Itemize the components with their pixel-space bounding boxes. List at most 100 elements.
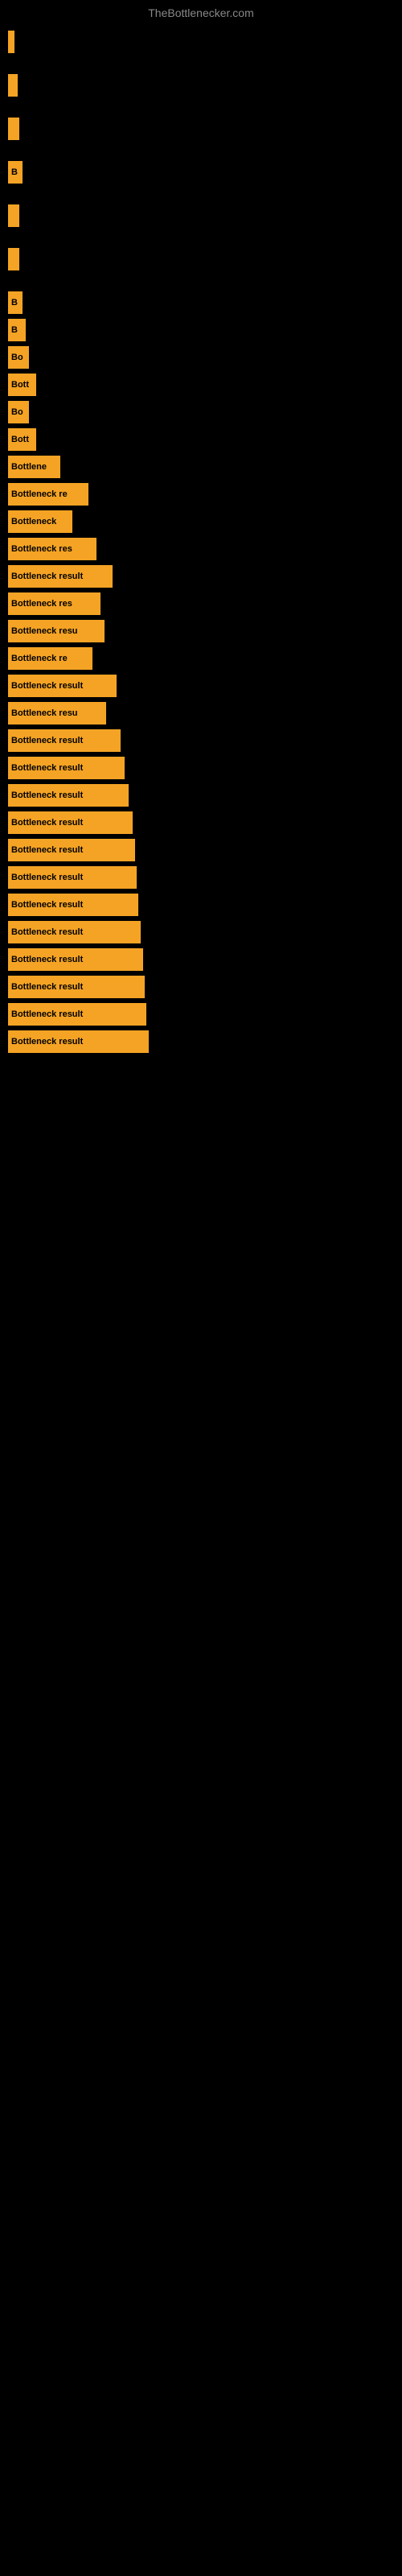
bar-row: Bottleneck result xyxy=(8,784,402,807)
bar-label: Bottleneck res xyxy=(11,599,72,609)
bar-row: Bottleneck re xyxy=(8,483,402,506)
result-bar: Bottleneck resu xyxy=(8,702,106,724)
result-bar: Bottleneck result xyxy=(8,976,145,998)
spacer xyxy=(8,232,402,248)
bar-row: Bottleneck result xyxy=(8,866,402,889)
bar-label: B xyxy=(11,167,18,177)
bar-row: B xyxy=(8,161,402,184)
bar-row: Bottleneck resu xyxy=(8,620,402,642)
result-bar: B xyxy=(8,319,26,341)
bar-row: Bo xyxy=(8,346,402,369)
bar-row xyxy=(8,118,402,140)
bar-label: Bottleneck result xyxy=(11,845,83,855)
result-bar: Bott xyxy=(8,428,36,451)
bar-row: Bottleneck result xyxy=(8,811,402,834)
result-bar: Bottleneck result xyxy=(8,894,138,916)
result-bar: Bottleneck res xyxy=(8,592,100,615)
bar-label: B xyxy=(11,298,18,308)
bar-label: Bottleneck result xyxy=(11,791,83,800)
result-bar: Bottleneck result xyxy=(8,921,141,943)
bar-label: Bottleneck xyxy=(11,517,56,526)
bar-row: Bottleneck result xyxy=(8,976,402,998)
bar-row: Bottleneck res xyxy=(8,538,402,560)
result-bar: Bottleneck result xyxy=(8,948,143,971)
bar-label: Bottleneck result xyxy=(11,1037,83,1046)
bar-label: Bottleneck result xyxy=(11,763,83,773)
result-bar: Bottleneck result xyxy=(8,565,113,588)
bar-row xyxy=(8,248,402,270)
bar-row: Bottleneck result xyxy=(8,948,402,971)
result-bar: Bottleneck re xyxy=(8,483,88,506)
result-bar: Bottleneck result xyxy=(8,839,135,861)
bar-row xyxy=(8,204,402,227)
result-bar xyxy=(8,118,19,140)
bar-label: Bottleneck result xyxy=(11,873,83,882)
result-bar: Bottleneck result xyxy=(8,784,129,807)
bar-label: Bottleneck result xyxy=(11,818,83,828)
bar-row: Bott xyxy=(8,428,402,451)
bar-label: Bott xyxy=(11,380,29,390)
bar-row: Bottleneck res xyxy=(8,592,402,615)
bar-row: Bott xyxy=(8,374,402,396)
bar-label: Bottleneck result xyxy=(11,982,83,992)
bar-label: Bottleneck result xyxy=(11,927,83,937)
result-bar: Bo xyxy=(8,346,29,369)
result-bar: Bo xyxy=(8,401,29,423)
bar-label: Bottleneck result xyxy=(11,736,83,745)
result-bar: Bottleneck result xyxy=(8,729,121,752)
site-title: TheBottlenecker.com xyxy=(0,0,402,23)
bar-label: Bott xyxy=(11,435,29,444)
bar-row: B xyxy=(8,291,402,314)
bar-label: Bottleneck result xyxy=(11,572,83,581)
result-bar: Bottlene xyxy=(8,456,60,478)
result-bar: Bottleneck resu xyxy=(8,620,105,642)
bar-row xyxy=(8,74,402,97)
result-bar: B xyxy=(8,291,23,314)
bar-row: Bottleneck result xyxy=(8,1003,402,1026)
result-bar: Bottleneck re xyxy=(8,647,92,670)
result-bar: Bottleneck result xyxy=(8,757,125,779)
result-bar: Bottleneck result xyxy=(8,866,137,889)
bar-label: Bottleneck result xyxy=(11,681,83,691)
result-bar xyxy=(8,248,19,270)
bar-row: Bottleneck result xyxy=(8,1030,402,1053)
bar-row: Bottleneck re xyxy=(8,647,402,670)
spacer xyxy=(8,145,402,161)
bar-row: B xyxy=(8,319,402,341)
bar-row: Bottleneck result xyxy=(8,839,402,861)
bar-row xyxy=(8,31,402,53)
spacer xyxy=(8,188,402,204)
bar-row: Bottleneck result xyxy=(8,675,402,697)
bar-label: Bottleneck result xyxy=(11,900,83,910)
bar-label: Bo xyxy=(11,353,23,362)
bar-label: B xyxy=(11,325,18,335)
result-bar: Bottleneck result xyxy=(8,811,133,834)
result-bar xyxy=(8,204,19,227)
bar-label: Bo xyxy=(11,407,23,417)
bar-row: Bottleneck result xyxy=(8,565,402,588)
bars-container: B B B Bo Bott Bo Bott Bottlene Bottleneck re Bott… xyxy=(0,23,402,1066)
bar-row: Bo xyxy=(8,401,402,423)
bar-row: Bottleneck result xyxy=(8,757,402,779)
bar-row: Bottleneck resu xyxy=(8,702,402,724)
result-bar: Bottleneck xyxy=(8,510,72,533)
bar-label: Bottleneck resu xyxy=(11,708,78,718)
bar-label: Bottleneck res xyxy=(11,544,72,554)
bar-label: Bottleneck re xyxy=(11,654,68,663)
spacer xyxy=(8,101,402,118)
result-bar: B xyxy=(8,161,23,184)
bar-label: Bottleneck result xyxy=(11,955,83,964)
bar-row: Bottlene xyxy=(8,456,402,478)
bar-label: Bottlene xyxy=(11,462,47,472)
bar-label: Bottleneck result xyxy=(11,1009,83,1019)
result-bar: Bott xyxy=(8,374,36,396)
result-bar xyxy=(8,74,18,97)
result-bar: Bottleneck result xyxy=(8,1030,149,1053)
spacer xyxy=(8,58,402,74)
result-bar: Bottleneck res xyxy=(8,538,96,560)
result-bar xyxy=(8,31,14,53)
spacer xyxy=(8,275,402,291)
bar-label: Bottleneck re xyxy=(11,489,68,499)
result-bar: Bottleneck result xyxy=(8,675,117,697)
bar-label: Bottleneck resu xyxy=(11,626,78,636)
